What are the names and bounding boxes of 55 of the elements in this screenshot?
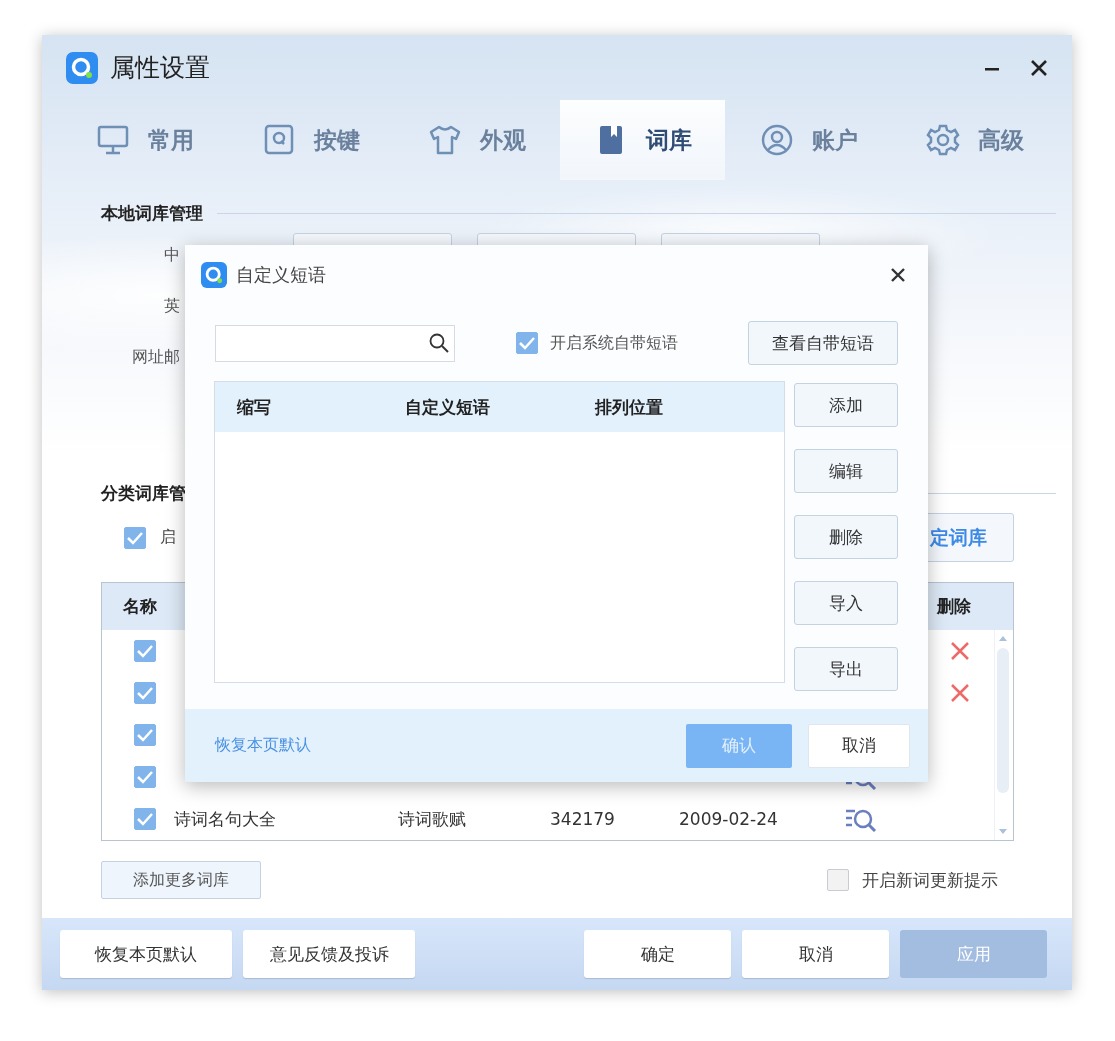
scroll-up-icon[interactable]	[998, 634, 1008, 642]
phrase-action-button[interactable]: 导出	[794, 647, 898, 691]
cancel-button[interactable]: 取消	[808, 723, 910, 768]
app-logo-icon	[66, 51, 98, 84]
phrase-action-button[interactable]: 删除	[794, 515, 898, 559]
search-icon	[428, 332, 450, 354]
row-checkbox[interactable]	[134, 640, 156, 662]
footer-button[interactable]: 确定	[584, 930, 731, 978]
dialog-title: 自定义短语	[236, 263, 326, 287]
close-icon[interactable]	[1030, 58, 1048, 77]
footer-button[interactable]: 取消	[742, 930, 889, 978]
column-header: 自定义短语	[405, 395, 491, 419]
shirt-icon	[427, 123, 462, 157]
footer-button[interactable]: 恢复本页默认	[60, 930, 232, 978]
column-header: 名称	[123, 595, 157, 618]
phrase-action-button[interactable]: 编辑	[794, 449, 898, 493]
search-field[interactable]	[215, 324, 455, 362]
column-header: 缩写	[237, 395, 272, 419]
library-label: 中	[163, 245, 180, 266]
user-icon	[759, 123, 794, 157]
enable-label: 启	[160, 527, 176, 548]
phrase-action-button[interactable]: 添加	[794, 383, 898, 427]
row-checkbox[interactable]	[134, 808, 156, 830]
column-header: 删除	[937, 595, 971, 618]
system-phrases-checkbox[interactable]	[516, 332, 538, 354]
add-library-button[interactable]: 添加更多词库	[101, 861, 261, 899]
view-phrases-button[interactable]: 查看自带短语	[748, 321, 898, 365]
library-label: 网址邮	[131, 347, 180, 368]
section-heading: 分类词库管	[101, 481, 186, 505]
column-header: 排列位置	[595, 395, 663, 419]
library-category: 诗词歌赋	[398, 808, 466, 829]
row-checkbox[interactable]	[134, 724, 156, 746]
settings-icon	[925, 123, 960, 157]
update-hint-checkbox[interactable]	[827, 869, 849, 891]
close-icon[interactable]	[890, 267, 906, 283]
monitor-icon	[95, 123, 130, 157]
delete-icon[interactable]	[949, 640, 971, 662]
app-logo-icon	[201, 262, 227, 288]
settings-tab[interactable]: 词库	[560, 100, 725, 180]
word-count: 342179	[550, 809, 615, 829]
enable-checkbox[interactable]	[124, 526, 146, 549]
delete-icon[interactable]	[949, 682, 971, 704]
phrase-action-button[interactable]: 导入	[794, 581, 898, 625]
update-hint-label: 开启新词更新提示	[862, 868, 998, 892]
scrollbar[interactable]	[994, 630, 1011, 840]
row-checkbox[interactable]	[134, 766, 156, 788]
footer-button[interactable]: 意见反馈及投诉	[243, 930, 415, 978]
row-checkbox[interactable]	[134, 682, 156, 704]
library-name: 诗词名句大全	[174, 808, 276, 829]
section-heading: 本地词库管理	[101, 201, 203, 225]
update-date: 2009-02-24	[679, 809, 778, 829]
system-phrases-label: 开启系统自带短语	[550, 332, 678, 354]
window-title: 属性设置	[110, 52, 210, 84]
library-label: 英	[163, 296, 180, 317]
scroll-down-icon[interactable]	[998, 828, 1008, 836]
